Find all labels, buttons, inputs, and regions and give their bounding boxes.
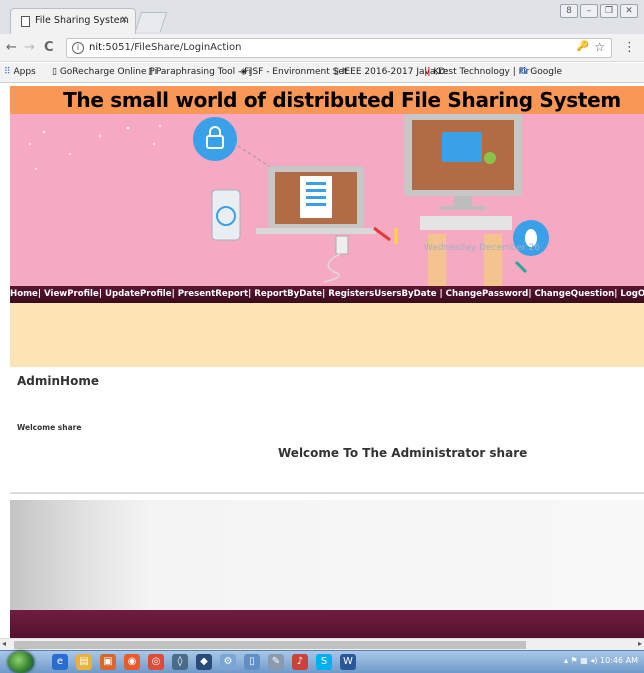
bookmark-star-icon[interactable]: ☆	[594, 40, 605, 54]
app-icon[interactable]: ▣	[100, 654, 116, 670]
nav-home[interactable]: Home	[10, 289, 38, 299]
address-input[interactable]: i nit:5051/FileShare/LoginAction 🔑 ☆	[66, 38, 612, 58]
nav-change-password[interactable]: ChangePassword	[446, 289, 529, 299]
reload-button[interactable]: C	[44, 40, 54, 55]
scroll-right-icon[interactable]: ▸	[638, 639, 642, 648]
tab-title: File Sharing System	[35, 15, 129, 26]
nav-report-by-date[interactable]: ReportByDate	[254, 289, 322, 299]
scroll-left-icon[interactable]: ◂	[2, 639, 6, 648]
date-text: Wednesday December 26	[424, 243, 540, 253]
nav-logout[interactable]: LogOut	[620, 289, 644, 299]
bookmark-google[interactable]: G Google	[520, 67, 562, 77]
bookmark-paraphrasing[interactable]: ▯ Paraphrasing Tool - Fi	[148, 67, 251, 77]
clock[interactable]: 10:46 AM	[600, 656, 638, 665]
firefox-icon[interactable]: ◉	[124, 654, 140, 670]
forward-button[interactable]: →	[24, 40, 35, 55]
new-tab-button[interactable]	[134, 12, 168, 32]
chrome-icon[interactable]: ◎	[148, 654, 164, 670]
nav-present-report[interactable]: PresentReport	[178, 289, 248, 299]
header-band	[10, 303, 644, 367]
back-button[interactable]: ←	[6, 40, 17, 55]
main-nav: Home| ViewProfile| UpdateProfile| Presen…	[10, 286, 644, 303]
scrollbar-thumb[interactable]	[14, 641, 526, 649]
paint-icon[interactable]: ✎	[268, 654, 284, 670]
close-tab-icon[interactable]: x	[121, 14, 127, 25]
close-window-icon[interactable]: ✕	[620, 4, 638, 18]
horizontal-scrollbar[interactable]: ◂ ▸	[0, 638, 644, 650]
nav-update-profile[interactable]: UpdateProfile	[105, 289, 172, 299]
nav-change-question[interactable]: ChangeQuestion	[534, 289, 614, 299]
netbeans-icon[interactable]: ◆	[196, 654, 212, 670]
window-controls: 8 – ❐ ✕	[560, 4, 638, 18]
tray-icons[interactable]: ▴ ⚑ ▦ ◂)	[564, 656, 600, 665]
key-icon[interactable]: 🔑	[577, 41, 589, 52]
address-toolbar: ← → C i nit:5051/FileShare/LoginAction 🔑…	[0, 34, 644, 62]
tool-icon[interactable]: ⚙	[220, 654, 236, 670]
bookmarks-bar: ⠿ Apps ▯ GoRecharge Online Pi ▯ Paraphra…	[0, 63, 644, 83]
skype-icon[interactable]: S	[316, 654, 332, 670]
minimize-icon[interactable]: –	[580, 4, 598, 18]
page-icon	[21, 16, 30, 27]
start-button[interactable]	[8, 651, 34, 673]
browser-tab-strip: File Sharing System x 8 – ❐ ✕	[0, 0, 644, 34]
bookmark-gorecharge[interactable]: ▯ GoRecharge Online Pi	[52, 67, 157, 77]
hero-illustration: Wednesday December 26	[10, 114, 644, 286]
footer-bar	[10, 610, 644, 638]
browser-menu-button[interactable]: ⋮	[623, 40, 636, 55]
nav-view-profile[interactable]: ViewProfile	[44, 289, 99, 299]
bookmark-krest[interactable]: || Krest Technology | Fir	[424, 67, 529, 77]
page-title: The small world of distributed File Shar…	[10, 86, 644, 114]
hero-graphic	[29, 114, 549, 286]
notepad-icon[interactable]: ▯	[244, 654, 260, 670]
shield-icon[interactable]: ◊	[172, 654, 188, 670]
divider	[10, 492, 644, 494]
explorer-icon[interactable]: ▤	[76, 654, 92, 670]
maximize-icon[interactable]: ❐	[600, 4, 618, 18]
word-icon[interactable]: W	[340, 654, 356, 670]
welcome-user-text: Welcome share	[17, 423, 82, 432]
url-text: nit:5051/FileShare/LoginAction	[89, 42, 242, 53]
media-icon[interactable]: ♪	[292, 654, 308, 670]
footer-area	[10, 500, 644, 610]
section-heading: AdminHome	[17, 374, 99, 388]
taskbar: e ▤ ▣ ◉ ◎ ◊ ◆ ⚙ ▯ ✎ ♪ S W ▴ ⚑ ▦ ◂) 10:46…	[0, 650, 644, 673]
browser-tab[interactable]: File Sharing System x	[10, 8, 136, 34]
info-icon[interactable]: i	[72, 42, 84, 54]
ie-icon[interactable]: e	[52, 654, 68, 670]
bookmark-apps[interactable]: ⠿ Apps	[4, 67, 36, 77]
welcome-message: Welcome To The Administrator share	[278, 446, 528, 460]
bookmark-jsf[interactable]: ◈ JSF - Environment Set	[240, 67, 347, 77]
system-tray: ▴ ⚑ ▦ ◂) 10:46 AM	[564, 656, 638, 665]
nav-registers-users-by-date[interactable]: RegistersUsersByDate	[328, 289, 436, 299]
lock-icon	[193, 117, 237, 161]
user-icon[interactable]: 8	[560, 4, 578, 18]
